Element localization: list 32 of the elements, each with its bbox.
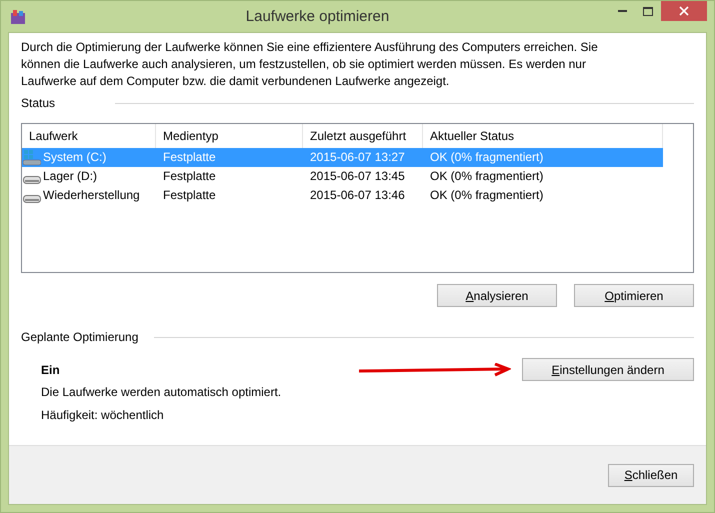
drive-list[interactable]: [21, 123, 694, 273]
close-icon: [679, 6, 689, 16]
close-button[interactable]: [661, 1, 707, 21]
action-button[interactable]: Analysieren: [437, 284, 557, 307]
table-cell[interactable]: Festplatte: [156, 186, 303, 205]
drive-name: Lager (D:): [43, 168, 98, 185]
section-heading: Geplante Optimierung: [21, 330, 138, 344]
table-cell[interactable]: Wiederherstellung: [22, 186, 156, 205]
drive-icon: [23, 176, 41, 184]
section-heading: Status: [21, 96, 56, 110]
schedule-description: Die Laufwerke werden automatisch optimiert.: [41, 385, 282, 399]
minimize-icon: [618, 10, 626, 12]
schedule-state: Ein: [41, 362, 61, 376]
intro-text: Durch die Optimierung der Laufwerke können Sie eine effizientere Ausführung des Computers erreichen. Sie können die Laufwerke auch analysieren, um festzustellen, ob sie optimiert werden müssen. Es werden nur Laufwerke auf dem Computer bzw. die damit verbundenen Laufwerke angezeigt.: [21, 39, 599, 90]
table-cell[interactable]: OK (0% fragmentiert): [423, 186, 663, 205]
drive-name: System (C:): [43, 149, 106, 166]
table-cell[interactable]: 2015-06-07 13:46: [303, 186, 423, 205]
schedule-frequency: Häufigkeit: wöchentlich: [41, 408, 165, 422]
arrow-icon: [359, 362, 511, 376]
drive-name: Wiederherstellung: [43, 187, 140, 204]
close-dialog-button[interactable]: Schließen: [608, 464, 694, 486]
table-cell[interactable]: Lager (D:): [22, 167, 156, 186]
maximize-icon: [643, 6, 653, 16]
table-cell[interactable]: OK (0% fragmentiert): [423, 167, 663, 186]
table-cell[interactable]: Festplatte: [156, 167, 303, 186]
drive-icon: [23, 194, 41, 202]
table-cell[interactable]: 2015-06-07 13:45: [303, 167, 423, 186]
window-title: Laufwerke optimieren: [244, 8, 390, 25]
app-icon: [10, 8, 26, 24]
system-drive-icon: [23, 150, 41, 166]
settings-button[interactable]: Einstellungen ändern: [522, 358, 694, 381]
action-button[interactable]: Optimieren: [574, 284, 694, 307]
